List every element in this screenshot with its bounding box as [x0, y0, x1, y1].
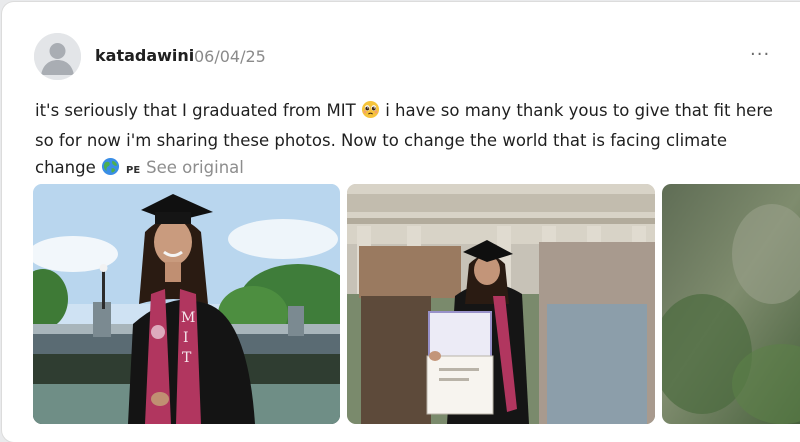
- avatar[interactable]: [34, 33, 81, 80]
- post-photo-1[interactable]: M I T: [33, 184, 340, 424]
- user-avatar-icon: [34, 33, 81, 80]
- see-original-link[interactable]: See original: [146, 158, 244, 177]
- post-photo-2[interactable]: [347, 184, 655, 424]
- pleading-face-emoji-icon: [361, 100, 380, 127]
- stole-letter-m: M: [181, 310, 195, 326]
- username[interactable]: katadawini: [95, 46, 194, 65]
- more-options-icon[interactable]: ···: [750, 44, 770, 65]
- post-text-part-1: it's seriously that I graduated from MIT: [35, 101, 356, 120]
- globe-emoji-icon: [101, 157, 120, 184]
- post-text: it's seriously that I graduated from MIT…: [35, 97, 785, 184]
- graduate-photo: M I T: [33, 184, 340, 424]
- stole-letter-i: I: [183, 330, 189, 346]
- post-photo-3[interactable]: [662, 184, 800, 424]
- language-badge: PE: [125, 165, 141, 176]
- post-date: 06/04/25: [194, 47, 266, 66]
- post-card: katadawini 06/04/25 ··· it's seriously t…: [2, 2, 800, 442]
- diploma-photo: [347, 184, 655, 424]
- stole-letter-t: T: [182, 350, 192, 366]
- blurred-photo: [662, 184, 800, 424]
